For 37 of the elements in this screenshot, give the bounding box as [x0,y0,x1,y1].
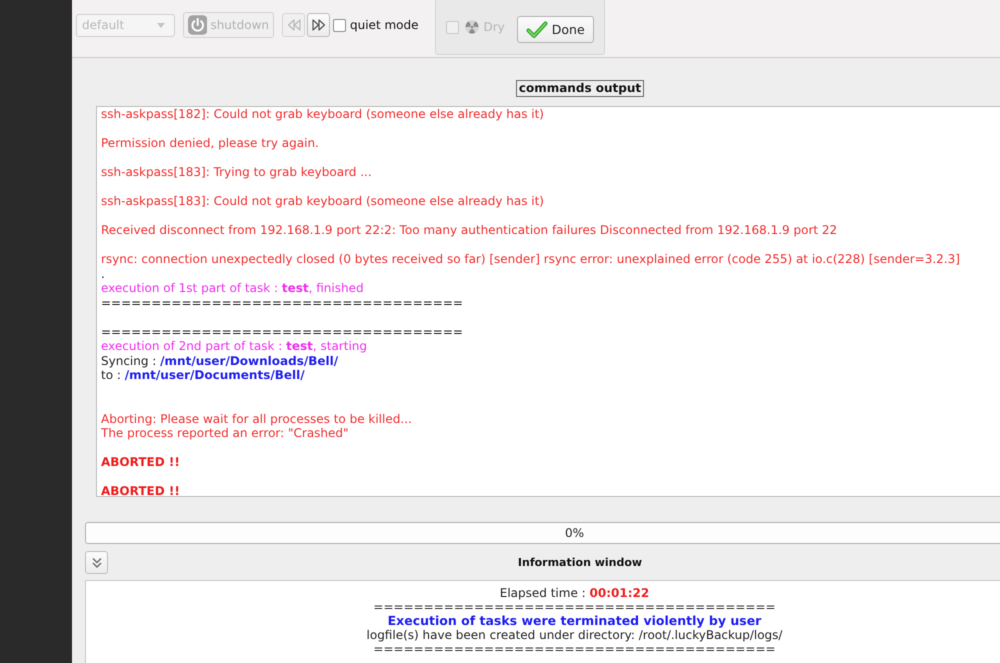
separator-text: ======================================== [373,600,776,614]
elapsed-time-text: Elapsed time : 00:01:22 [500,586,650,600]
sync-path-text: to : /mnt/user/Documents/Bell/ [101,368,306,382]
power-icon [188,14,208,36]
error-message: Permission denied, please try again. [101,136,320,150]
task-status-message: execution of 2nd part of task : test, starting [101,339,368,354]
error-message: ssh-askpass[183]: Trying to grab keyboard ... [101,165,373,180]
error-message: Aborting: Please wait for all processes to be killed... [101,412,413,426]
error-message: ssh-askpass[182]: Could not grab keyboard (someone else already has it) [101,107,545,122]
double-chevron-down-icon [90,556,102,568]
double-left-arrow-icon [286,19,300,31]
radiation-icon [464,20,478,34]
aborted-message: ABORTED !! [101,455,181,470]
termination-notice: Execution of tasks were terminated violently by user [388,614,762,628]
quiet-mode-label[interactable]: quiet mode [350,18,418,32]
information-window-title: Information window [518,556,642,569]
caret-icon [157,22,165,28]
error-message: The process reported an error: "Crashed" [101,426,350,440]
sync-path-text: Syncing : /mnt/user/Downloads/Bell/ [101,354,340,368]
aborted-message: ABORTED !! [101,484,181,496]
separator-text: ======================================== [373,642,776,656]
quiet-mode-checkbox[interactable] [333,18,346,32]
task-status-message: execution of 1st part of task : test, finished [101,281,365,296]
progress-label: 0% [564,526,584,540]
error-message: rsync: connection unexpectedly closed (0 bytes received so far) [sender] rsync error: unexplained error (code 255) at io.c(228) [sender=3.2.3] [101,252,961,266]
separator-text: ==================================== [101,296,464,310]
next-button[interactable] [307,13,330,37]
collapse-button[interactable] [85,551,108,574]
double-right-arrow-icon [312,19,326,31]
commands-output-title: commands output [516,80,644,97]
separator-text: ==================================== [101,324,464,339]
error-message: Received disconnect from 192.168.1.9 port 22:2: Too many authentication failures Disconnected from 192.168.1.9 port 22 [101,223,838,238]
error-message: ssh-askpass[183]: Could not grab keyboard (someone else already has it) [101,194,545,208]
done-button[interactable]: Done [516,16,594,43]
logfile-text: logfile(s) have been created under directory: /root/.luckyBackup/logs/ [366,628,782,642]
checkmark-icon [526,20,548,38]
output-text: . [101,266,106,281]
